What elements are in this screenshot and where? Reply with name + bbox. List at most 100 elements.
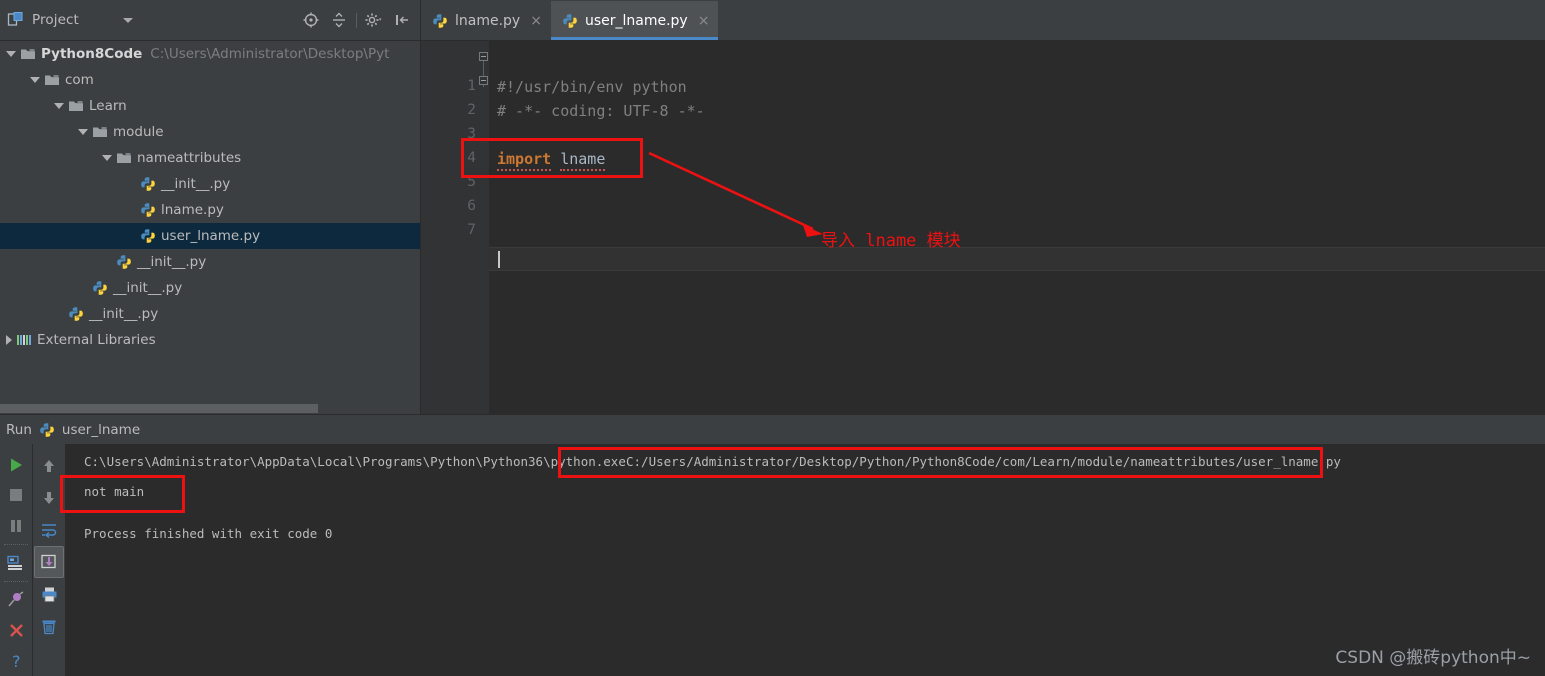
folder-icon: [45, 75, 59, 85]
tab-label: user_lname.py: [584, 12, 688, 29]
external-libraries-icon: [17, 335, 31, 345]
hide-panel-icon[interactable]: [388, 7, 416, 33]
project-tree[interactable]: Python8Code C:\Users\Administrator\Deskto…: [0, 41, 420, 403]
tree-item-label: __init__.py: [161, 176, 231, 192]
python-file-icon: [69, 307, 83, 321]
locate-icon[interactable]: [297, 7, 325, 33]
csdn-watermark: CSDN @搬砖python中~: [1335, 648, 1531, 668]
tree-item-label: __init__.py: [137, 254, 207, 270]
code-line-1: #!/usr/bin/env python: [497, 78, 687, 96]
chevron-down-icon[interactable]: [122, 17, 133, 23]
help-icon[interactable]: ?: [1, 646, 31, 676]
import-keyword: import: [497, 150, 552, 171]
tab-label: lname.py: [455, 12, 521, 29]
print-icon[interactable]: [34, 578, 64, 610]
svg-text:?: ?: [12, 652, 21, 670]
python-file-icon: [93, 281, 107, 295]
python-file-icon: [563, 13, 577, 28]
run-console-output[interactable]: C:\Users\Administrator\AppData\Local\Pro…: [66, 444, 1545, 676]
tree-item-nameattributes[interactable]: nameattributes: [0, 145, 420, 171]
run-configuration-name: user_lname: [61, 421, 141, 438]
expand-arrow-icon[interactable]: [78, 129, 88, 135]
tree-item--init-py[interactable]: __init__.py: [0, 171, 420, 197]
python-file-icon: [141, 203, 155, 217]
console-exit-line: Process finished with exit code 0: [84, 526, 333, 541]
console-command-prefix: C:\Users\Administrator\AppData\Local\Pro…: [84, 454, 626, 469]
import-annotation-label: 导入 lname 模块: [821, 231, 961, 251]
run-panel-header: Run user_lname: [0, 414, 1545, 444]
collapse-arrow-icon[interactable]: [6, 335, 12, 345]
project-panel-title: Project: [32, 12, 79, 28]
toolbar-divider: [4, 581, 28, 583]
python-file-icon: [117, 255, 131, 269]
tree-item-com[interactable]: com: [0, 67, 420, 93]
line-number: 5: [467, 174, 476, 190]
fold-column[interactable]: [479, 41, 489, 418]
fold-marker-icon[interactable]: [479, 52, 488, 61]
code-editor[interactable]: 1 2 3 4 5 6 7 #!/usr/bin/env python # -*- codi…: [421, 41, 1545, 418]
code-line-4: import lname: [497, 150, 606, 171]
run-toolbar-left: ?: [0, 444, 32, 676]
scrollbar-thumb[interactable]: [0, 404, 318, 413]
editor-tab-user-lname-py[interactable]: user_lname.py ×: [550, 1, 719, 40]
tree-item-label: __init__.py: [113, 280, 183, 296]
tree-item--init-py[interactable]: __init__.py: [0, 301, 420, 327]
tree-item-external-libraries[interactable]: External Libraries: [0, 327, 420, 353]
tree-item-label: com: [65, 72, 94, 88]
collapse-all-icon[interactable]: [325, 7, 353, 33]
folder-icon: [117, 153, 131, 163]
console-output-line: not main: [84, 484, 145, 499]
tree-item-label: lname.py: [161, 202, 224, 218]
show-console-icon[interactable]: [1, 548, 31, 578]
tree-item-label: External Libraries: [37, 332, 156, 348]
python-file-icon: [141, 177, 155, 191]
editor-tab-lname-py[interactable]: lname.py ×: [421, 1, 551, 40]
tree-item-label: nameattributes: [137, 150, 242, 166]
pin-tab-icon[interactable]: [1, 585, 31, 615]
soft-wrap-icon[interactable]: [34, 514, 64, 546]
python-file-icon: [40, 422, 54, 437]
import-module-name: lname: [560, 150, 606, 171]
project-icon: [7, 12, 23, 26]
expand-arrow-icon[interactable]: [6, 51, 16, 57]
run-icon[interactable]: [1, 450, 31, 480]
expand-arrow-icon[interactable]: [30, 77, 40, 83]
tree-item-module[interactable]: module: [0, 119, 420, 145]
tree-item-label: Python8Code: [41, 46, 143, 62]
expand-arrow-icon[interactable]: [102, 155, 112, 161]
settings-gear-icon[interactable]: [360, 7, 388, 33]
close-icon[interactable]: [1, 615, 31, 645]
stop-icon[interactable]: [1, 480, 31, 510]
fold-marker-icon[interactable]: [479, 76, 488, 85]
tree-item-label: Learn: [89, 98, 127, 114]
tab-close-icon[interactable]: ×: [698, 14, 710, 28]
line-number: 2: [467, 102, 476, 118]
folder-icon: [69, 101, 83, 111]
tree-item-user-lname-py[interactable]: user_lname.py: [0, 223, 420, 249]
tree-item--init-py[interactable]: __init__.py: [0, 249, 420, 275]
tree-item--init-py[interactable]: __init__.py: [0, 275, 420, 301]
down-arrow-icon[interactable]: [34, 482, 64, 514]
line-number: 7: [467, 222, 476, 238]
line-number: 4: [467, 150, 476, 166]
tree-item-learn[interactable]: Learn: [0, 93, 420, 119]
tree-item-lname-py[interactable]: lname.py: [0, 197, 420, 223]
tree-item-path: C:\Users\Administrator\Desktop\Pyt: [150, 46, 390, 62]
editor-tab-bar[interactable]: lname.py × user_lname.py ×: [421, 0, 1545, 41]
tree-item-python8code[interactable]: Python8Code C:\Users\Administrator\Deskto…: [0, 41, 420, 67]
trash-icon[interactable]: [34, 610, 64, 642]
scroll-to-end-icon[interactable]: [34, 546, 64, 578]
up-arrow-icon[interactable]: [34, 450, 64, 482]
editor-gutter[interactable]: 1 2 3 4 5 6 7: [421, 41, 489, 418]
tab-close-icon[interactable]: ×: [530, 14, 542, 28]
project-toolbar: [297, 7, 420, 33]
pause-icon[interactable]: [1, 511, 31, 541]
run-panel-body: ? C:\Users\Administrator\AppData\Local\P…: [0, 444, 1545, 676]
python-file-icon: [141, 229, 155, 243]
folder-icon: [93, 127, 107, 137]
folder-icon: [21, 49, 35, 59]
tree-item-label: __init__.py: [89, 306, 159, 322]
expand-arrow-icon[interactable]: [54, 103, 64, 109]
console-script-path: C:/Users/Administrator/Desktop/Python/Py…: [626, 454, 1341, 469]
project-tree-hscrollbar[interactable]: [0, 403, 420, 414]
